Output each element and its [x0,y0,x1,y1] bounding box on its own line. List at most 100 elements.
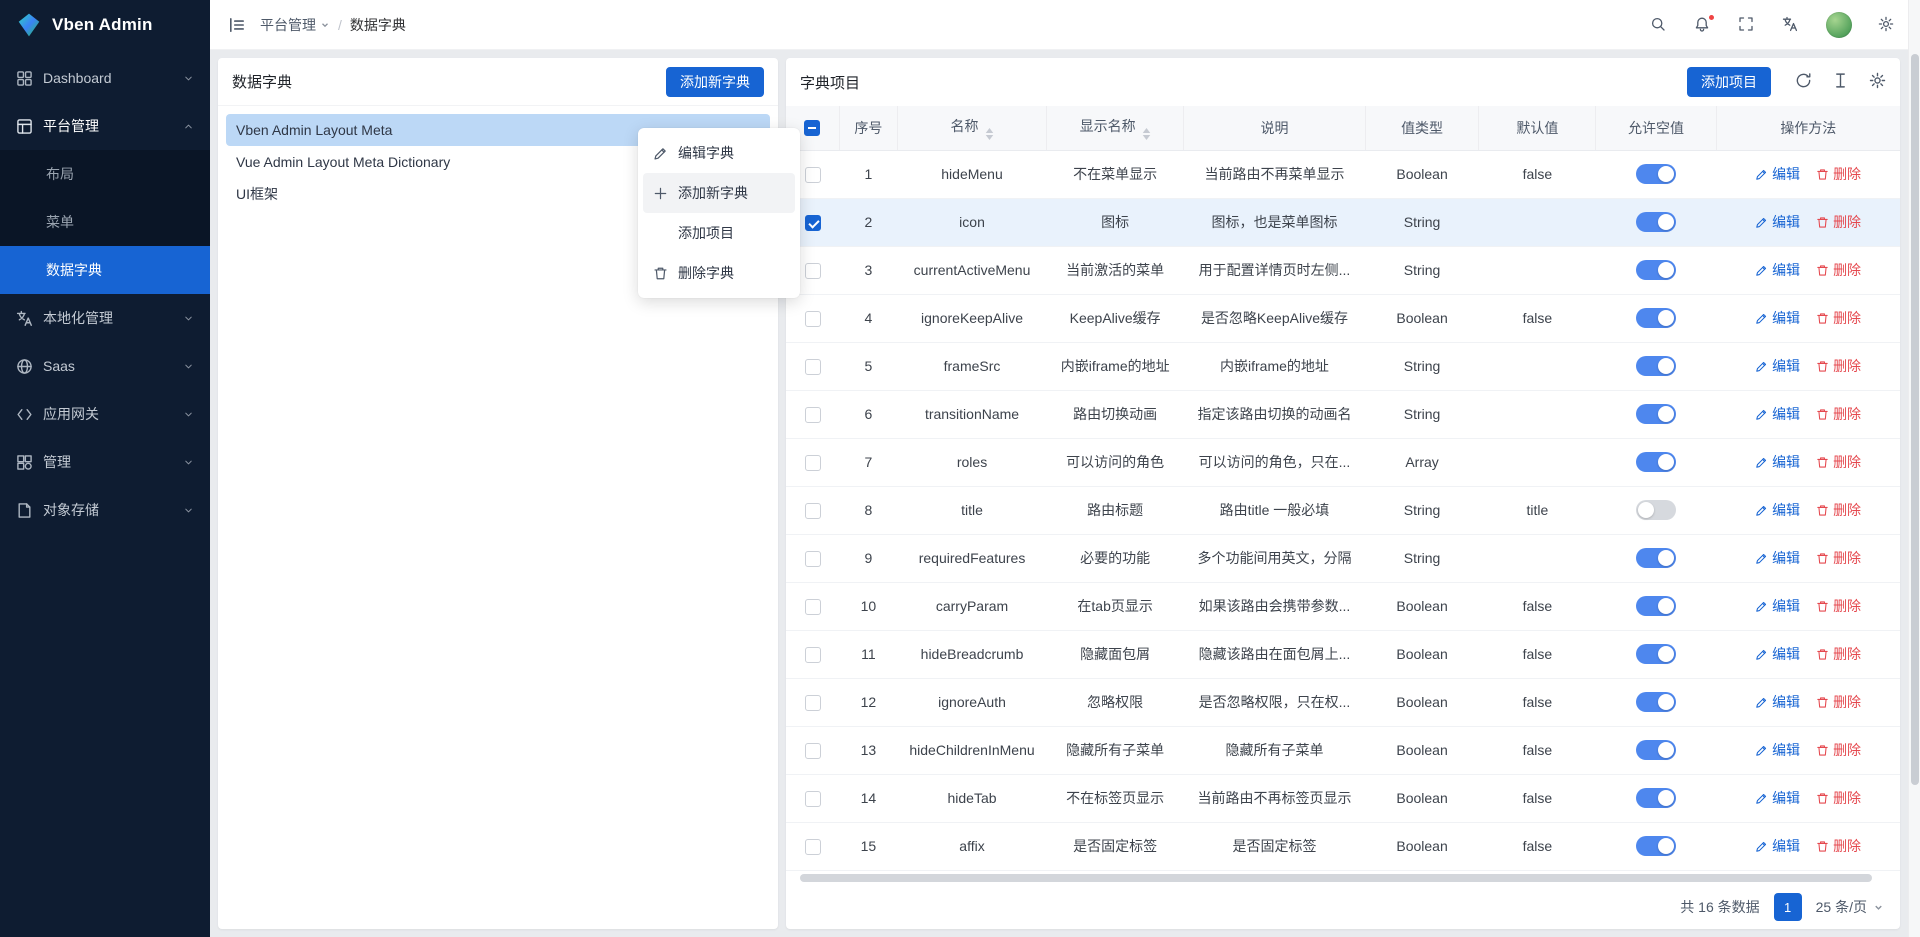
context-menu-item-1[interactable]: 添加新字典 [643,173,795,213]
table-row-currentActiveMenu[interactable]: 3currentActiveMenu当前激活的菜单用于配置详情页时左侧...St… [786,246,1900,294]
delete-link[interactable]: 删除 [1816,644,1861,664]
context-menu-item-0[interactable]: 编辑字典 [643,133,795,173]
row-checkbox[interactable] [805,167,821,183]
delete-link[interactable]: 删除 [1816,500,1861,520]
sidebar-subitem-1-2[interactable]: 数据字典 [0,246,210,294]
edit-link[interactable]: 编辑 [1755,836,1800,856]
allow-null-toggle[interactable] [1636,356,1676,376]
sidebar-item-4[interactable]: 应用网关 [0,390,210,438]
pagination-page-button[interactable]: 1 [1774,893,1802,921]
allow-null-toggle[interactable] [1636,500,1676,520]
col-name[interactable]: 名称 [897,106,1046,150]
sidebar-item-0[interactable]: Dashboard [0,54,210,102]
sidebar-item-1[interactable]: 平台管理 [0,102,210,150]
table-row-carryParam[interactable]: 10carryParam在tab页显示如果该路由会携带参数...Booleanf… [786,582,1900,630]
edit-link[interactable]: 编辑 [1755,356,1800,376]
delete-link[interactable]: 删除 [1816,212,1861,232]
sort-caret-down-icon[interactable] [1142,135,1151,140]
allow-null-toggle[interactable] [1636,260,1676,280]
edit-link[interactable]: 编辑 [1755,308,1800,328]
horizontal-scrollbar-thumb[interactable] [800,874,1872,882]
delete-link[interactable]: 删除 [1816,356,1861,376]
allow-null-toggle[interactable] [1636,692,1676,712]
table-row-hideChildrenInMenu[interactable]: 13hideChildrenInMenu隐藏所有子菜单隐藏所有子菜单Boolea… [786,726,1900,774]
add-item-button[interactable]: 添加项目 [1687,67,1771,97]
allow-null-toggle[interactable] [1636,788,1676,808]
allow-null-toggle[interactable] [1636,644,1676,664]
sort-caret-up-icon[interactable] [985,128,994,133]
sidebar-item-3[interactable]: Saas [0,342,210,390]
delete-link[interactable]: 删除 [1816,596,1861,616]
delete-link[interactable]: 删除 [1816,836,1861,856]
row-checkbox[interactable] [805,215,821,231]
table-row-hideBreadcrumb[interactable]: 11hideBreadcrumb隐藏面包屑隐藏该路由在面包屑上...Boolea… [786,630,1900,678]
app-logo[interactable]: Vben Admin [0,0,210,50]
sidebar-subitem-1-0[interactable]: 布局 [0,150,210,198]
table-row-roles[interactable]: 7roles可以访问的角色可以访问的角色，只在...Array编辑删除 [786,438,1900,486]
horizontal-scrollbar[interactable] [796,873,1890,883]
select-all-checkbox[interactable] [804,120,820,136]
row-checkbox[interactable] [805,695,821,711]
delete-link[interactable]: 删除 [1816,788,1861,808]
breadcrumb-item-current[interactable]: 数据字典 [350,15,406,35]
edit-link[interactable]: 编辑 [1755,164,1800,184]
row-checkbox[interactable] [805,551,821,567]
row-checkbox[interactable] [805,311,821,327]
edit-link[interactable]: 编辑 [1755,260,1800,280]
allow-null-toggle[interactable] [1636,212,1676,232]
row-checkbox[interactable] [805,791,821,807]
sort-caret-down-icon[interactable] [985,135,994,140]
delete-link[interactable]: 删除 [1816,164,1861,184]
add-dictionary-button[interactable]: 添加新字典 [666,67,764,97]
breadcrumb-item-platform[interactable]: 平台管理 [260,15,330,35]
refresh-button[interactable] [1795,72,1812,92]
user-avatar[interactable] [1826,12,1852,38]
edit-link[interactable]: 编辑 [1755,212,1800,232]
vertical-scrollbar-thumb[interactable] [1911,54,1919,785]
search-button[interactable] [1650,16,1668,34]
table-row-title[interactable]: 8title路由标题路由title 一般必填Stringtitle编辑删除 [786,486,1900,534]
row-checkbox[interactable] [805,407,821,423]
delete-link[interactable]: 删除 [1816,452,1861,472]
delete-link[interactable]: 删除 [1816,404,1861,424]
edit-link[interactable]: 编辑 [1755,788,1800,808]
row-checkbox[interactable] [805,839,821,855]
col-display[interactable]: 显示名称 [1047,106,1184,150]
table-row-requiredFeatures[interactable]: 9requiredFeatures必要的功能多个功能间用英文，分隔String编… [786,534,1900,582]
edit-link[interactable]: 编辑 [1755,500,1800,520]
allow-null-toggle[interactable] [1636,836,1676,856]
edit-link[interactable]: 编辑 [1755,692,1800,712]
table-row-hideMenu[interactable]: 1hideMenu不在菜单显示当前路由不再菜单显示Booleanfalse编辑删… [786,150,1900,198]
table-settings-button[interactable] [1869,72,1886,92]
delete-link[interactable]: 删除 [1816,692,1861,712]
settings-button[interactable] [1878,16,1896,34]
delete-link[interactable]: 删除 [1816,740,1861,760]
table-row-frameSrc[interactable]: 5frameSrc内嵌iframe的地址内嵌iframe的地址String编辑删… [786,342,1900,390]
edit-link[interactable]: 编辑 [1755,548,1800,568]
sort-caret-up-icon[interactable] [1142,128,1151,133]
context-menu-item-3[interactable]: 删除字典 [643,253,795,293]
row-checkbox[interactable] [805,455,821,471]
edit-link[interactable]: 编辑 [1755,644,1800,664]
row-checkbox[interactable] [805,599,821,615]
edit-link[interactable]: 编辑 [1755,452,1800,472]
translate-button[interactable] [1782,16,1800,34]
allow-null-toggle[interactable] [1636,740,1676,760]
delete-link[interactable]: 删除 [1816,308,1861,328]
fullscreen-button[interactable] [1738,16,1756,34]
notification-bell-button[interactable] [1694,16,1712,34]
allow-null-toggle[interactable] [1636,452,1676,472]
delete-link[interactable]: 删除 [1816,548,1861,568]
row-checkbox[interactable] [805,263,821,279]
sidebar-subitem-1-1[interactable]: 菜单 [0,198,210,246]
allow-null-toggle[interactable] [1636,596,1676,616]
table-row-icon[interactable]: 2icon图标图标，也是菜单图标String编辑删除 [786,198,1900,246]
table-row-ignoreAuth[interactable]: 12ignoreAuth忽略权限是否忽略权限，只在权...Booleanfals… [786,678,1900,726]
allow-null-toggle[interactable] [1636,548,1676,568]
table-row-affix[interactable]: 15affix是否固定标签是否固定标签Booleanfalse编辑删除 [786,822,1900,870]
row-checkbox[interactable] [805,359,821,375]
edit-link[interactable]: 编辑 [1755,596,1800,616]
menu-fold-icon[interactable] [228,16,246,34]
table-row-transitionName[interactable]: 6transitionName路由切换动画指定该路由切换的动画名String编辑… [786,390,1900,438]
delete-link[interactable]: 删除 [1816,260,1861,280]
